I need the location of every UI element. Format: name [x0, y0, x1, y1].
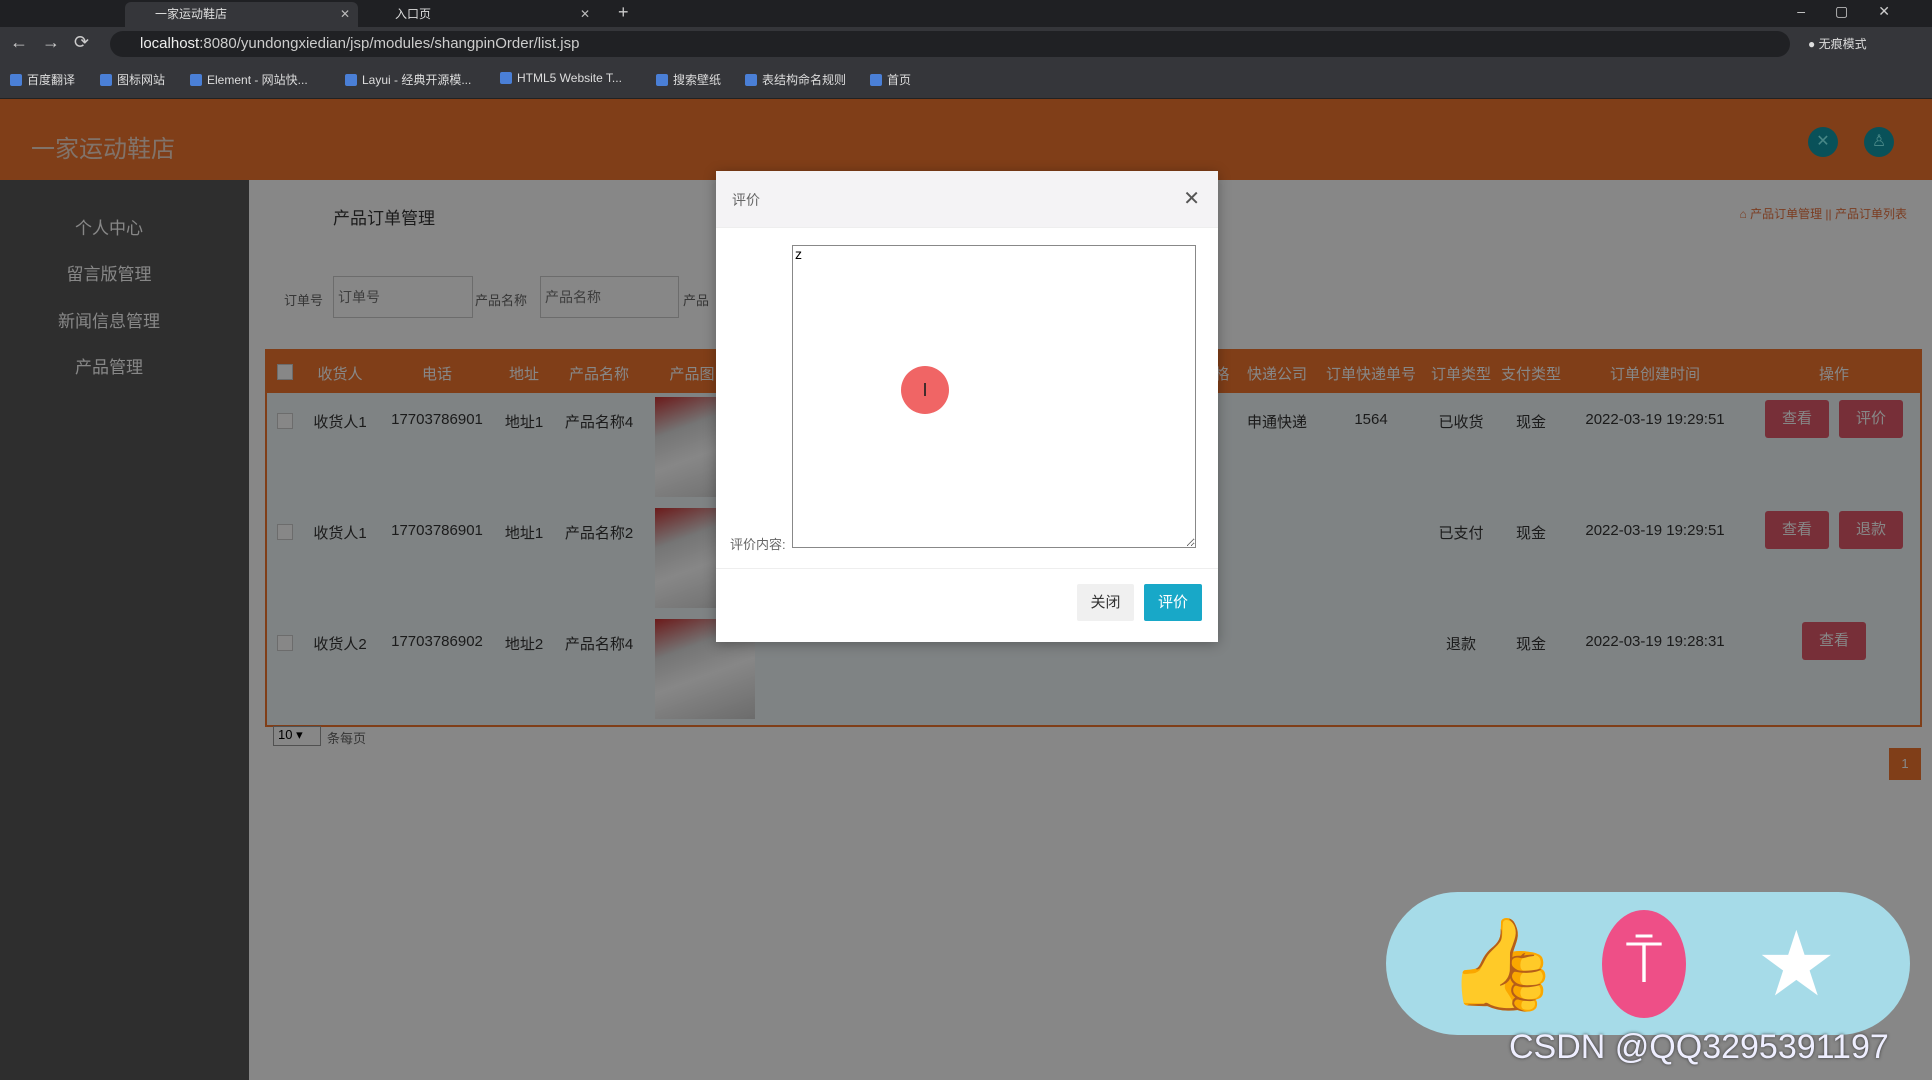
- bookmarks-bar: 百度翻译 图标网站 Element - 网站快... Layui - 经典开源模…: [0, 61, 1932, 99]
- tab-label: 入口页: [395, 7, 432, 21]
- review-content-label: 评价内容:: [730, 537, 786, 552]
- thumbs-up-icon[interactable]: 👍: [1446, 910, 1558, 1020]
- bookmark[interactable]: 表结构命名规则: [745, 71, 846, 88]
- bookmark[interactable]: 首页: [870, 71, 911, 88]
- review-content-textarea[interactable]: [792, 245, 1196, 548]
- close-tab-icon[interactable]: ✕: [340, 2, 350, 26]
- bookmark[interactable]: 百度翻译: [10, 71, 75, 88]
- pin-icon[interactable]: ⍑: [1602, 910, 1686, 1018]
- dialog-title: 评价: [732, 192, 760, 208]
- csdn-action-widget: 👍 ⍑ ★: [1386, 892, 1910, 1035]
- text-cursor-indicator: I: [901, 366, 949, 414]
- bookmark[interactable]: 图标网站: [100, 71, 165, 88]
- tab-active[interactable]: 一家运动鞋店 ✕: [125, 2, 358, 27]
- watermark: CSDN @QQ3295391197: [1509, 1028, 1889, 1066]
- dialog-header: 评价 ✕: [716, 171, 1218, 228]
- bookmark[interactable]: Layui - 经典开源模...: [345, 71, 471, 88]
- url-input[interactable]: localhost:8080/yundongxiedian/jsp/module…: [110, 31, 1790, 57]
- bookmark[interactable]: Element - 网站快...: [190, 71, 308, 88]
- window-controls[interactable]: –▢✕: [1797, 3, 1920, 20]
- nav-buttons[interactable]: ←→⟳: [10, 32, 103, 53]
- url-path: :8080/yundongxiedian/jsp/modules/shangpi…: [199, 35, 580, 52]
- review-dialog: 评价 ✕ 评价内容: 关闭 评价: [716, 171, 1218, 642]
- bookmark[interactable]: 搜索壁纸: [656, 71, 721, 88]
- star-icon[interactable]: ★: [1756, 910, 1837, 1020]
- profile-label: 无痕模式: [1818, 37, 1867, 51]
- address-bar-row: ←→⟳ localhost:8080/yundongxiedian/jsp/mo…: [0, 27, 1932, 61]
- submit-review-button[interactable]: 评价: [1144, 584, 1202, 621]
- tab-label: 一家运动鞋店: [155, 7, 228, 21]
- new-tab-icon[interactable]: +: [618, 2, 629, 23]
- browser-tab-bar: 一家运动鞋店 ✕ 入口页 ✕ + –▢✕: [0, 0, 1932, 27]
- profile-badge[interactable]: ● 无痕模式: [1808, 35, 1867, 52]
- close-button[interactable]: 关闭: [1077, 584, 1134, 621]
- url-host: localhost: [140, 35, 200, 52]
- tab-entry[interactable]: 入口页 ✕: [365, 2, 598, 27]
- bookmark[interactable]: HTML5 Website T...: [500, 71, 622, 85]
- divider: [716, 568, 1218, 569]
- close-icon[interactable]: ✕: [1183, 186, 1200, 211]
- close-tab-icon[interactable]: ✕: [580, 2, 590, 26]
